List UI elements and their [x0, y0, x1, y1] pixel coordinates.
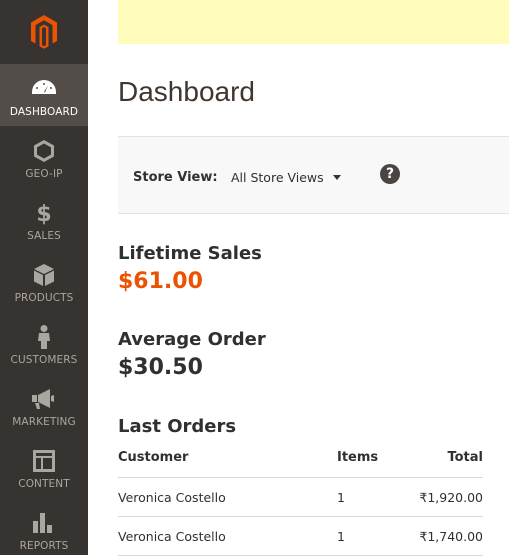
last-orders-table: Customer Items Total Veronica Costello 1… [118, 440, 483, 556]
magento-logo[interactable] [0, 0, 88, 64]
nav-item-geo-ip[interactable]: GEO-IP [0, 126, 88, 188]
svg-text:$: $ [36, 202, 51, 225]
nav-label: MARKETING [12, 416, 76, 428]
nav-item-dashboard[interactable]: DASHBOARD [0, 64, 88, 126]
order-items: 1 [337, 490, 345, 505]
nav-label: GEO-IP [25, 168, 63, 180]
megaphone-icon [32, 387, 56, 411]
average-order-label: Average Order [118, 329, 266, 350]
dollar-icon: $ [36, 201, 52, 225]
nav-item-products[interactable]: PRODUCTS [0, 250, 88, 312]
nav-label: CUSTOMERS [10, 354, 78, 366]
caret-down-icon [332, 175, 341, 180]
column-header-items: Items [337, 450, 379, 465]
nav-label: REPORTS [19, 540, 69, 552]
nav-label: SALES [27, 230, 61, 242]
table-row[interactable]: Veronica Costello 1 ₹1,740.00 [118, 517, 483, 556]
nav-label: DASHBOARD [9, 106, 79, 118]
order-customer: Veronica Costello [118, 529, 226, 544]
nav-label: PRODUCTS [14, 292, 74, 304]
column-header-total: Total [447, 450, 483, 465]
nav-item-content[interactable]: CONTENT [0, 436, 88, 498]
nav-item-sales[interactable]: $ SALES [0, 188, 88, 250]
nav-label: CONTENT [18, 478, 70, 490]
store-view-label: Store View: [133, 170, 218, 185]
layout-icon [33, 449, 55, 473]
admin-sidebar: DASHBOARD GEO-IP $ SALES PRODUCTS CUSTOM… [0, 0, 88, 555]
person-icon [37, 325, 51, 349]
help-icon[interactable]: ? [380, 164, 400, 184]
table-header-row: Customer Items Total [118, 440, 483, 478]
order-total: ₹1,920.00 [419, 490, 483, 505]
last-orders-title: Last Orders [118, 416, 237, 437]
hexagon-icon [34, 139, 54, 163]
magento-logo-icon [31, 15, 57, 49]
box-icon [34, 263, 54, 287]
store-view-dropdown[interactable]: All Store Views [231, 170, 341, 185]
order-total: ₹1,740.00 [419, 529, 483, 544]
bar-chart-icon [33, 511, 55, 535]
system-notice-bar [118, 0, 509, 44]
nav-item-customers[interactable]: CUSTOMERS [0, 312, 88, 374]
lifetime-sales-value: $61.00 [118, 269, 203, 294]
nav-item-reports[interactable]: REPORTS [0, 498, 88, 560]
order-customer: Veronica Costello [118, 490, 226, 505]
store-switcher-bar: Store View: All Store Views ? [118, 136, 509, 214]
column-header-customer: Customer [118, 450, 189, 465]
nav-item-marketing[interactable]: MARKETING [0, 374, 88, 436]
table-row[interactable]: Veronica Costello 1 ₹1,920.00 [118, 478, 483, 517]
store-view-selected: All Store Views [231, 170, 324, 185]
order-items: 1 [337, 529, 345, 544]
average-order-value: $30.50 [118, 355, 203, 380]
page-title: Dashboard [118, 76, 255, 107]
speedometer-icon [32, 77, 56, 101]
lifetime-sales-label: Lifetime Sales [118, 243, 262, 264]
